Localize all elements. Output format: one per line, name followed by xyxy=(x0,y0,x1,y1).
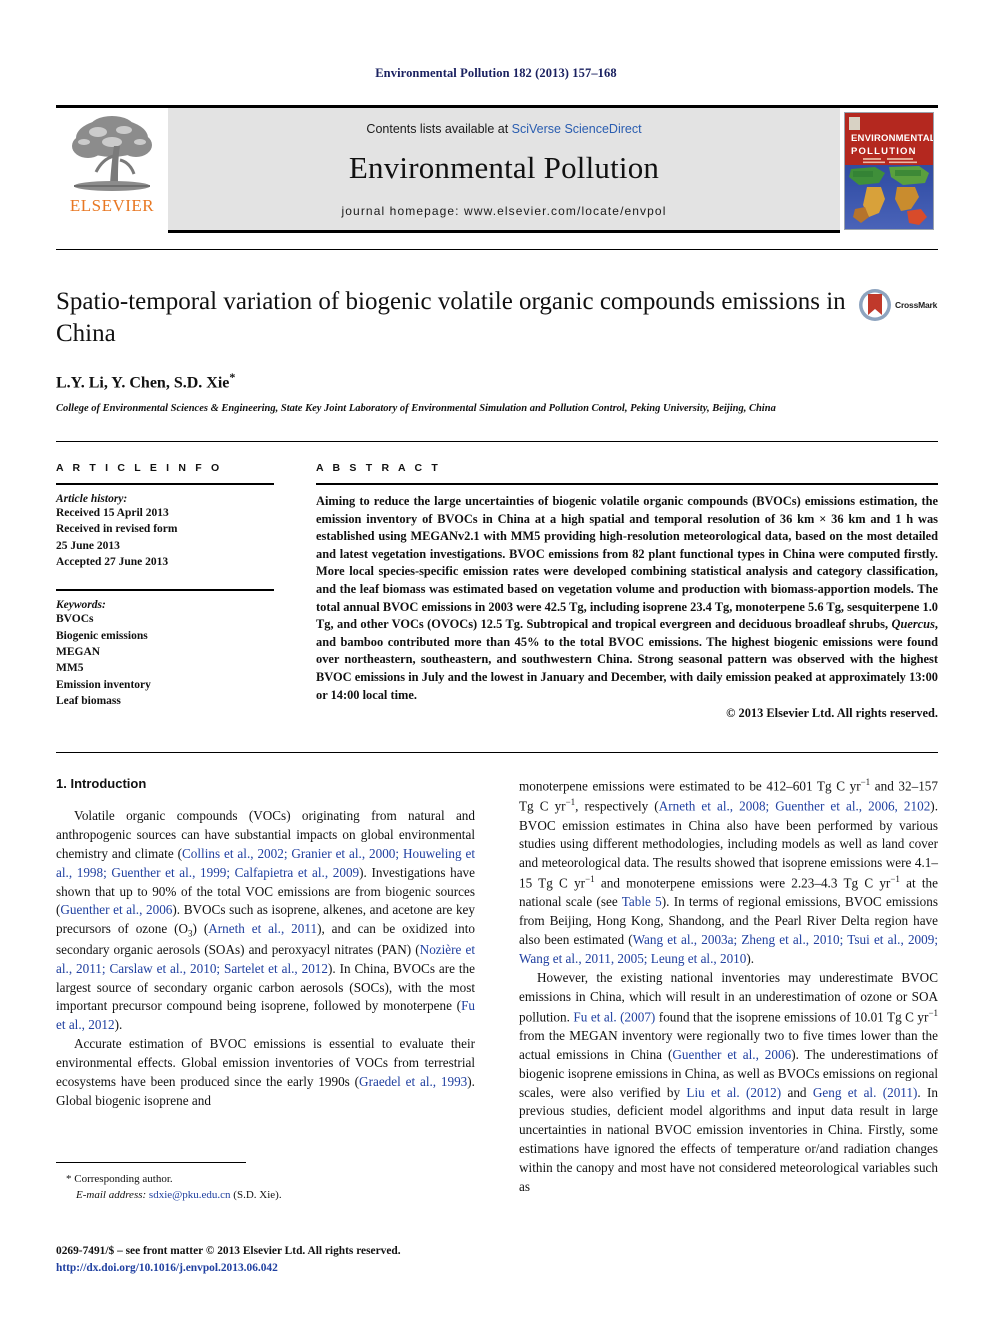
paragraph: Accurate estimation of BVOC emissions is… xyxy=(56,1036,475,1108)
history-item: Accepted 27 June 2013 xyxy=(56,555,169,568)
keyword-item: BVOCs xyxy=(56,613,94,626)
body-divider xyxy=(56,752,938,753)
crossmark-icon xyxy=(859,289,891,321)
article-info-rule xyxy=(56,483,274,485)
corresponding-author-note: * Corresponding author. xyxy=(66,1173,173,1185)
author-names: L.Y. Li, Y. Chen, S.D. Xie xyxy=(56,374,230,392)
journal-cover-thumbnail: ENVIRONMENTAL POLLUTION xyxy=(840,105,938,233)
footnotes: * Corresponding author. E-mail address: … xyxy=(56,1172,475,1204)
corresponding-marker: * xyxy=(229,370,236,384)
article-info-heading: A R T I C L E I N F O xyxy=(56,462,223,474)
abstract-text: Aiming to reduce the large uncertainties… xyxy=(316,494,938,702)
running-head: Environmental Pollution 182 (2013) 157–1… xyxy=(375,66,617,80)
author-list: L.Y. Li, Y. Chen, S.D. Xie* xyxy=(56,370,846,392)
elsevier-logo: ELSEVIER xyxy=(56,105,168,233)
title-divider xyxy=(56,249,938,250)
history-item: 25 June 2013 xyxy=(56,539,120,552)
abstract-heading: A B S T R A C T xyxy=(316,462,441,474)
abstract-column: A B S T R A C T Aiming to reduce the lar… xyxy=(316,462,938,721)
keywords-label: Keywords: xyxy=(56,599,106,612)
svg-text:POLLUTION: POLLUTION xyxy=(851,146,917,157)
keyword-item: MM5 xyxy=(56,662,84,675)
paragraph: However, the existing national inventori… xyxy=(519,969,939,1194)
email-link[interactable]: sdxie@pku.edu.cn xyxy=(149,1189,231,1201)
history-item: Received in revised form xyxy=(56,523,178,536)
email-label: E-mail address: xyxy=(76,1188,147,1201)
footnote-divider xyxy=(56,1162,246,1163)
body-column-left: 1. Introduction Volatile organic compoun… xyxy=(56,776,475,1197)
article-page: Environmental Pollution 182 (2013) 157–1… xyxy=(0,0,992,1323)
abstract-copyright: © 2013 Elsevier Ltd. All rights reserved… xyxy=(726,706,938,721)
sciencedirect-link[interactable]: SciVerse ScienceDirect xyxy=(512,122,642,136)
crossmark-badge[interactable]: CrossMark xyxy=(858,288,942,338)
crossmark-label: CrossMark xyxy=(895,300,938,310)
article-history-label: Article history: xyxy=(56,493,128,505)
abstract-section-divider xyxy=(56,441,938,442)
abstract-rule xyxy=(316,483,938,485)
email-suffix: (S.D. Xie). xyxy=(233,1188,282,1201)
elsevier-wordmark: ELSEVIER xyxy=(69,196,155,215)
title-block: Spatio-temporal variation of biogenic vo… xyxy=(56,286,846,417)
masthead-center: Contents lists available at SciVerse Sci… xyxy=(168,105,840,233)
paragraph: monoterpene emissions were estimated to … xyxy=(519,777,938,967)
page-title: Spatio-temporal variation of biogenic vo… xyxy=(56,288,846,347)
info-abstract-row: A R T I C L E I N F O Article history: R… xyxy=(56,462,938,721)
svg-text:ENVIRONMENTAL: ENVIRONMENTAL xyxy=(851,133,934,144)
journal-title: Environmental Pollution xyxy=(348,150,660,185)
keyword-item: Leaf biomass xyxy=(56,694,121,707)
keyword-item: Emission inventory xyxy=(56,678,151,691)
journal-masthead: ELSEVIER Contents lists available at Sci… xyxy=(56,105,938,233)
body-columns: 1. Introduction Volatile organic compoun… xyxy=(56,776,938,1197)
body-column-right: monoterpene emissions were estimated to … xyxy=(519,776,938,1197)
affiliation: College of Environmental Sciences & Engi… xyxy=(56,403,776,415)
front-matter: 0269-7491/$ – see front matter © 2013 El… xyxy=(56,1243,556,1277)
history-item: Received 15 April 2013 xyxy=(56,507,169,519)
front-matter-line: 0269-7491/$ – see front matter © 2013 El… xyxy=(56,1245,401,1257)
section-heading-introduction: 1. Introduction xyxy=(56,776,147,791)
article-info-column: A R T I C L E I N F O Article history: R… xyxy=(56,462,274,721)
paragraph: Volatile organic compounds (VOCs) origin… xyxy=(56,808,475,1033)
keywords-rule xyxy=(56,589,274,592)
email-note: E-mail address: sdxie@pku.edu.cn (S.D. X… xyxy=(56,1188,475,1204)
contents-prefix: Contents lists available at xyxy=(366,122,512,136)
elsevier-tree-icon xyxy=(72,116,152,191)
contents-available-line: Contents lists available at SciVerse Sci… xyxy=(366,122,641,136)
doi-link[interactable]: http://dx.doi.org/10.1016/j.envpol.2013.… xyxy=(56,1260,556,1277)
journal-cover-image: ENVIRONMENTAL POLLUTION xyxy=(844,112,934,230)
keyword-item: Biogenic emissions xyxy=(56,629,148,642)
journal-homepage-link[interactable]: journal homepage: www.elsevier.com/locat… xyxy=(342,204,667,218)
keyword-item: MEGAN xyxy=(56,645,101,658)
